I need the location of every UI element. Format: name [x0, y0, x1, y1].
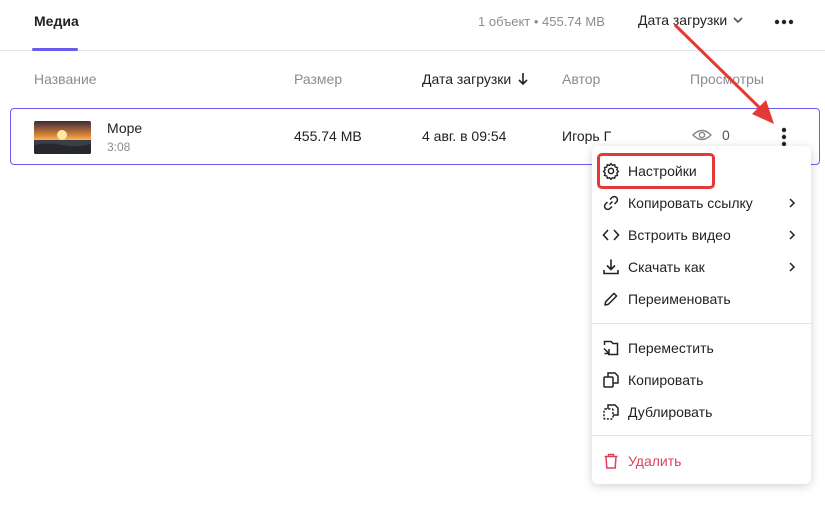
link-icon [603, 195, 619, 211]
column-header-size[interactable]: Размер [294, 71, 342, 87]
menu-item-rename[interactable]: Переименовать [592, 285, 811, 313]
menu-item-duplicate[interactable]: Дублировать [592, 398, 811, 426]
menu-item-embed-video[interactable]: Встроить видео [592, 221, 811, 249]
media-size: 455.74 MB [294, 128, 362, 144]
eye-icon [692, 129, 712, 141]
menu-item-label: Копировать ссылку [628, 195, 753, 211]
trash-icon [604, 453, 618, 469]
menu-item-label: Переименовать [628, 291, 731, 307]
menu-separator [592, 323, 811, 324]
menu-item-delete[interactable]: Удалить [592, 447, 811, 475]
menu-item-label: Скачать как [628, 259, 705, 275]
menu-item-label: Копировать [628, 372, 704, 388]
pencil-icon [604, 292, 618, 306]
video-thumbnail [34, 121, 91, 154]
chevron-right-icon [789, 198, 796, 208]
menu-item-label: Дублировать [628, 404, 713, 420]
tab-active-indicator [32, 48, 78, 51]
arrow-down-icon [518, 73, 528, 86]
menu-separator [592, 435, 811, 436]
column-header-uploaded-label: Дата загрузки [422, 71, 512, 87]
menu-item-label: Переместить [628, 340, 714, 356]
media-author: Игорь Г [562, 128, 612, 144]
menu-item-settings[interactable]: Настройки [592, 157, 811, 185]
media-views: 0 [692, 127, 730, 143]
menu-item-label: Встроить видео [628, 227, 731, 243]
column-header-uploaded[interactable]: Дата загрузки [422, 71, 529, 87]
more-horizontal-icon[interactable] [770, 12, 798, 32]
copy-icon [603, 372, 619, 388]
chevron-right-icon [789, 230, 796, 240]
menu-item-move[interactable]: Переместить [592, 334, 811, 362]
context-menu: Настройки Копировать ссылку Встроить вид… [592, 146, 811, 484]
menu-item-copy[interactable]: Копировать [592, 366, 811, 394]
download-icon [603, 259, 619, 275]
menu-item-label: Удалить [628, 453, 682, 469]
column-header-author[interactable]: Автор [562, 71, 600, 87]
media-upload-date: 4 авг. в 09:54 [422, 128, 507, 144]
tab-media[interactable]: Медиа [34, 13, 79, 29]
sort-dropdown-label: Дата загрузки [638, 12, 728, 28]
views-count: 0 [722, 127, 730, 143]
chevron-down-icon [733, 17, 743, 24]
menu-item-label: Настройки [628, 163, 697, 179]
duplicate-icon [603, 404, 619, 420]
code-icon [602, 229, 620, 241]
top-bar: Медиа 1 объект • 455.74 MB Дата загрузки [0, 0, 825, 51]
column-header-name[interactable]: Название [34, 71, 97, 87]
sort-dropdown[interactable]: Дата загрузки [638, 12, 745, 28]
media-title[interactable]: Море [107, 120, 142, 136]
gear-icon [602, 162, 620, 180]
chevron-right-icon [789, 262, 796, 272]
move-icon [603, 340, 619, 356]
object-count-info: 1 объект • 455.74 MB [478, 14, 605, 29]
column-header-views[interactable]: Просмотры [690, 71, 764, 87]
menu-item-download-as[interactable]: Скачать как [592, 253, 811, 281]
media-duration: 3:08 [107, 140, 131, 154]
menu-item-copy-link[interactable]: Копировать ссылку [592, 189, 811, 217]
